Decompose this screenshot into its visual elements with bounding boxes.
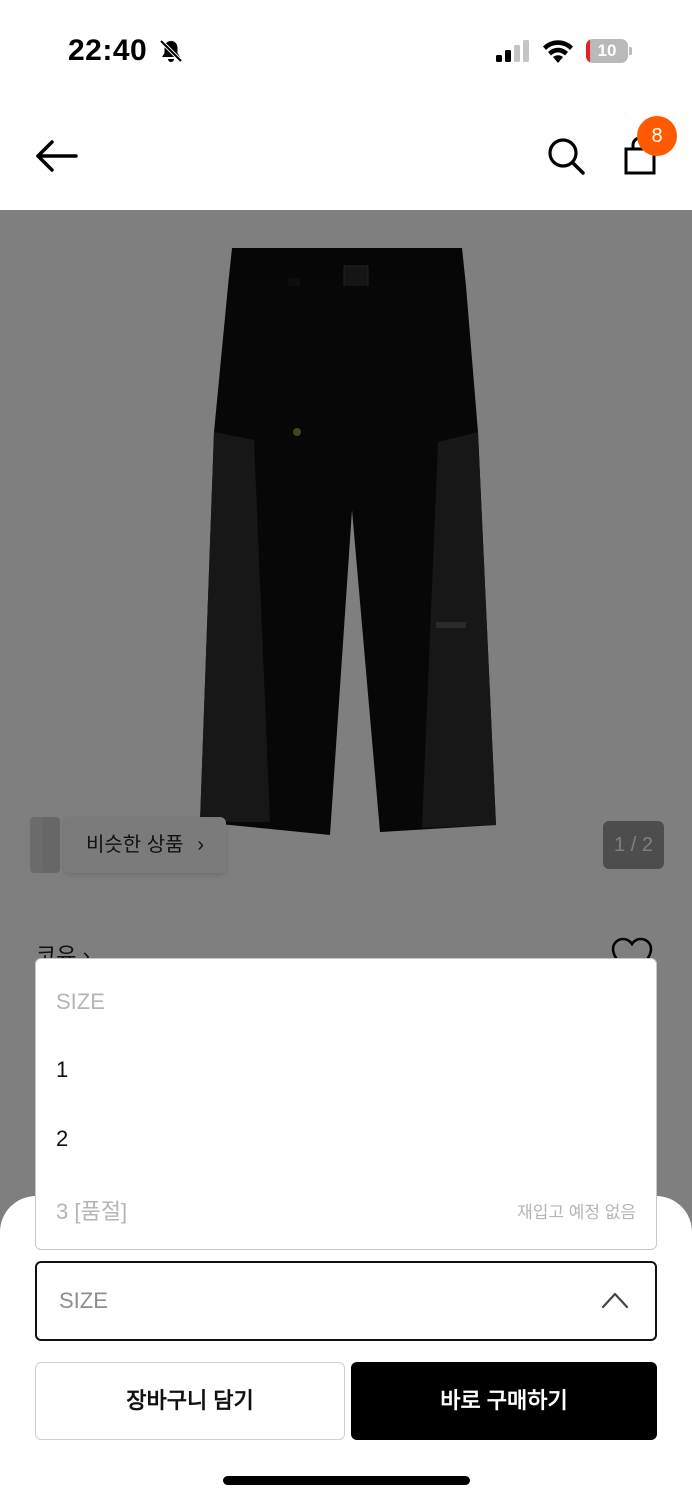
size-dropdown-list: SIZE 1 2 3 [품절] 재입고 예정 없음 — [35, 958, 657, 1250]
signal-icon — [496, 40, 529, 62]
top-nav: 8 — [0, 100, 692, 210]
cart-count-badge: 8 — [637, 116, 677, 156]
bell-slash-icon — [159, 39, 183, 63]
size-select-label: SIZE — [59, 1288, 108, 1313]
status-time: 22:40 — [68, 34, 148, 67]
wifi-icon — [543, 40, 573, 63]
size-select[interactable]: SIZE — [35, 1261, 657, 1341]
restock-note: 재입고 예정 없음 — [517, 1203, 636, 1222]
size-option-3-soldout: 3 [품절] — [56, 1199, 128, 1224]
battery-percent: 10 — [597, 41, 617, 60]
size-option-2[interactable]: 2 — [56, 1126, 68, 1152]
buy-now-button[interactable]: 바로 구매하기 — [351, 1362, 657, 1440]
add-to-cart-button[interactable]: 장바구니 담기 — [35, 1362, 345, 1440]
size-option-1[interactable]: 1 — [56, 1057, 68, 1083]
search-icon[interactable] — [546, 136, 586, 176]
battery-charging-icon: 10 — [586, 39, 632, 63]
dropdown-header: SIZE — [56, 989, 105, 1014]
home-indicator — [223, 1476, 470, 1485]
arrow-left-icon[interactable] — [34, 138, 78, 174]
status-bar: 22:40 10 — [0, 0, 692, 100]
chevron-up-icon — [601, 1292, 629, 1309]
